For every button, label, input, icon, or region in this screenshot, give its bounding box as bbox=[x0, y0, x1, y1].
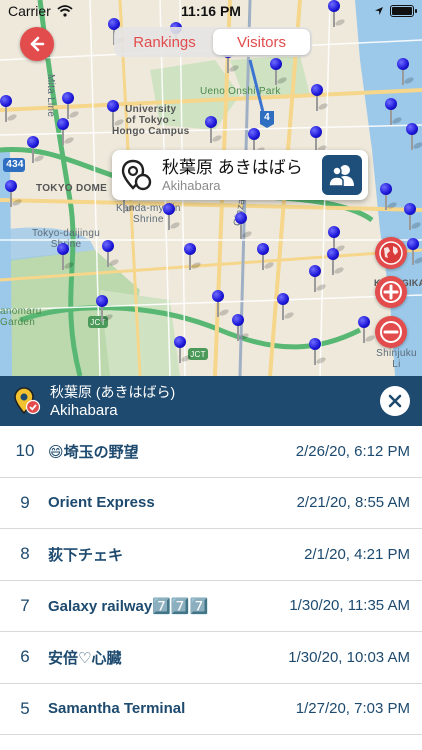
map-label-mita-line: Mita Line bbox=[45, 74, 56, 118]
zoom-in-button[interactable] bbox=[375, 276, 407, 308]
close-icon bbox=[388, 394, 402, 408]
station-title-ja: 秋葉原 (あきはばら) bbox=[50, 383, 176, 400]
close-button[interactable] bbox=[380, 386, 410, 416]
station-pin-check-icon bbox=[12, 386, 42, 416]
map-label-ueno-park: Ueno Onshi Park bbox=[200, 86, 281, 97]
map-pin[interactable] bbox=[358, 316, 376, 344]
map-pin[interactable] bbox=[380, 183, 398, 211]
list-item[interactable]: 10 😄埼玉の野望 2/26/20, 6:12 PM bbox=[0, 426, 422, 478]
map-pin[interactable] bbox=[270, 58, 288, 86]
zoom-out-button[interactable] bbox=[375, 316, 407, 348]
map-pin[interactable] bbox=[107, 100, 125, 128]
back-arrow-icon bbox=[30, 36, 45, 52]
visitor-rank: 9 bbox=[20, 492, 30, 512]
tab-rankings[interactable]: Rankings bbox=[116, 29, 213, 55]
map-pin[interactable] bbox=[102, 240, 120, 268]
globe-button[interactable] bbox=[375, 237, 407, 269]
visit-date: 2/26/20, 6:12 PM bbox=[295, 442, 410, 460]
visit-date: 2/1/20, 4:21 PM bbox=[304, 545, 410, 563]
visitor-name: Orient Express bbox=[48, 494, 155, 512]
map-pin[interactable] bbox=[96, 295, 114, 323]
visitor-rank: 5 bbox=[20, 698, 30, 718]
map-pin[interactable] bbox=[232, 314, 250, 342]
list-item[interactable]: 7 Galaxy railway7️⃣7️⃣7️⃣ 1/30/20, 11:35 A… bbox=[0, 581, 422, 632]
map-pin[interactable] bbox=[212, 290, 230, 318]
map-pin[interactable] bbox=[174, 336, 192, 364]
callout-subtitle: Akihabara bbox=[162, 177, 221, 193]
map-pin[interactable] bbox=[235, 212, 253, 240]
map-view[interactable]: Mita Line University of Tokyo - Hongo Ca… bbox=[0, 0, 422, 376]
map-pin[interactable] bbox=[62, 92, 80, 120]
map-pin[interactable] bbox=[385, 98, 403, 126]
globe-icon bbox=[379, 241, 403, 265]
list-item[interactable]: 8 荻下チェキ 2/1/20, 4:21 PM bbox=[0, 529, 422, 581]
tab-visitors[interactable]: Visitors bbox=[213, 29, 310, 55]
jct-label-2: JCT bbox=[190, 350, 206, 359]
map-pin[interactable] bbox=[277, 293, 295, 321]
map-pin[interactable] bbox=[163, 203, 181, 231]
segmented-control: Rankings Visitors bbox=[114, 27, 312, 57]
visitor-name: Galaxy railway7️⃣7️⃣7️⃣ bbox=[48, 597, 209, 615]
zoom-in-icon bbox=[380, 281, 402, 303]
list-item[interactable]: 6 安倍♡心臓 1/30/20, 10:03 AM bbox=[0, 632, 422, 684]
map-pin[interactable] bbox=[404, 203, 422, 231]
status-bar: Carrier 11:16 PM bbox=[0, 0, 422, 22]
map-pin[interactable] bbox=[57, 118, 75, 146]
visitors-button[interactable] bbox=[322, 155, 362, 195]
zoom-out-icon bbox=[380, 321, 402, 343]
visitor-rank: 7 bbox=[20, 595, 30, 615]
users-icon bbox=[328, 165, 354, 187]
callout-title: 秋葉原 あきはばら bbox=[162, 157, 303, 177]
map-pin[interactable] bbox=[311, 84, 329, 112]
list-item[interactable]: 9 Orient Express 2/21/20, 8:55 AM bbox=[0, 478, 422, 529]
map-pin[interactable] bbox=[309, 338, 327, 366]
map-label-garden: anomaru Garden bbox=[0, 306, 42, 328]
map-pin[interactable] bbox=[5, 180, 23, 208]
visitor-name: 荻下チェキ bbox=[48, 546, 124, 564]
station-callout[interactable]: 秋葉原 あきはばら Akihabara bbox=[112, 150, 368, 200]
map-pin[interactable] bbox=[27, 136, 45, 164]
visit-date: 1/30/20, 11:35 AM bbox=[289, 597, 410, 615]
visit-date: 1/30/20, 10:03 AM bbox=[288, 648, 410, 666]
map-pin-outline-icon bbox=[118, 157, 154, 193]
map-label-tokyo-dome: TOKYO DOME bbox=[36, 183, 108, 194]
visitor-name: 😄埼玉の野望 bbox=[48, 443, 139, 461]
visit-date: 2/21/20, 8:55 AM bbox=[296, 494, 410, 512]
map-pin[interactable] bbox=[327, 248, 345, 276]
route-shield-4: 4 bbox=[264, 112, 270, 123]
map-label-shinjuku-line: Shinjuku Li bbox=[376, 348, 417, 370]
station-title-en: Akihabara bbox=[50, 401, 118, 419]
visitor-name: 安倍♡心臓 bbox=[48, 649, 122, 667]
visit-date: 1/27/20, 7:03 PM bbox=[295, 700, 410, 718]
back-button[interactable] bbox=[20, 27, 54, 61]
map-pin[interactable] bbox=[397, 58, 415, 86]
battery-icon bbox=[390, 5, 417, 17]
map-pin[interactable] bbox=[205, 116, 223, 144]
map-pin[interactable] bbox=[407, 238, 422, 266]
map-pin[interactable] bbox=[406, 123, 422, 151]
visitor-name: Samantha Terminal bbox=[48, 700, 186, 718]
visitor-rank: 10 bbox=[15, 441, 35, 461]
map-pin[interactable] bbox=[257, 243, 275, 271]
status-time: 11:16 PM bbox=[181, 3, 241, 19]
route-shield-434: 434 bbox=[6, 159, 24, 170]
map-pin[interactable] bbox=[184, 243, 202, 271]
visitor-rank: 8 bbox=[20, 544, 30, 564]
visitor-list[interactable]: 10 😄埼玉の野望 2/26/20, 6:12 PM 9 Orient Express 2… bbox=[0, 426, 422, 750]
station-header: 秋葉原 (あきはばら) Akihabara bbox=[0, 376, 422, 426]
list-item[interactable]: 5 Samantha Terminal 1/27/20, 7:03 PM bbox=[0, 684, 422, 735]
map-pin[interactable] bbox=[0, 95, 18, 123]
app-root: Mita Line University of Tokyo - Hongo Ca… bbox=[0, 0, 422, 750]
map-pin[interactable] bbox=[309, 265, 327, 293]
map-pin[interactable] bbox=[57, 243, 75, 271]
visitor-rank: 6 bbox=[20, 647, 30, 667]
